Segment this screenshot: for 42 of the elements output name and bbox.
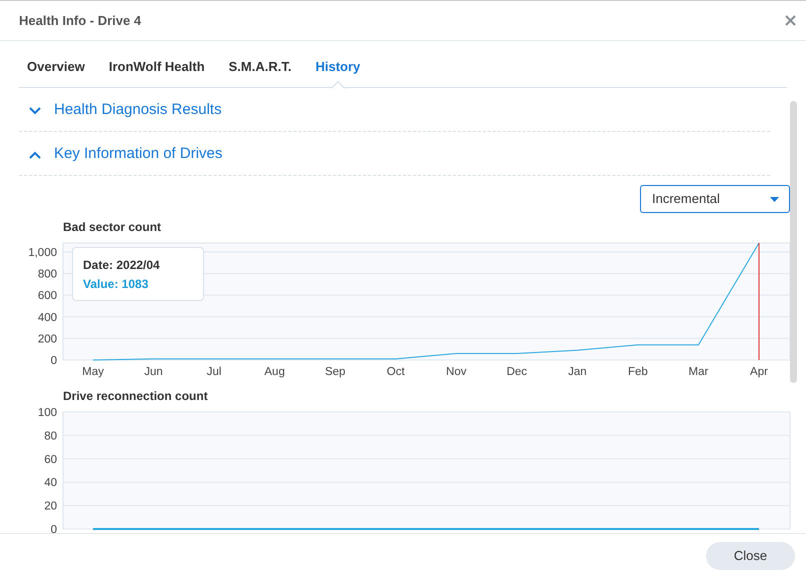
y-tick-label: 600: [38, 290, 57, 302]
y-tick-label: 1,000: [28, 246, 57, 259]
y-tick-label: 200: [38, 333, 57, 346]
tab[interactable]: History: [315, 56, 360, 87]
y-tick-label: 60: [44, 454, 57, 466]
tooltip-value: Value: 1083: [83, 276, 150, 292]
x-tick-label: Jan: [568, 366, 587, 378]
tab[interactable]: IronWolf Health: [108, 56, 205, 87]
y-tick-label: 40: [44, 477, 57, 490]
close-icon[interactable]: [785, 15, 796, 26]
y-tick-label: 0: [50, 524, 57, 533]
scrollbar-thumb[interactable]: [790, 101, 797, 383]
y-tick-label: 0: [50, 355, 57, 367]
chevron-up-icon: [29, 150, 41, 158]
x-tick-label: Sep: [324, 366, 346, 378]
y-tick-label: 20: [44, 500, 57, 513]
x-tick-label: Dec: [506, 366, 528, 378]
tab[interactable]: Overview: [27, 56, 85, 87]
x-tick-label: Aug: [264, 366, 285, 378]
section-header[interactable]: Key Information of Drives: [19, 132, 770, 176]
tooltip-date: Date: 2022/04: [83, 257, 161, 273]
x-tick-label: Apr: [750, 366, 768, 378]
chart-title: Drive reconnection count: [63, 389, 208, 404]
x-tick-label: Oct: [386, 366, 405, 378]
y-tick-label: 100: [38, 407, 57, 419]
y-tick-label: 80: [44, 430, 57, 442]
x-tick-label: Jul: [206, 366, 222, 378]
window-title: Health Info - Drive 4: [19, 12, 142, 30]
tab[interactable]: S.M.A.R.T.: [228, 56, 292, 87]
y-tick-label: 800: [38, 268, 57, 281]
mode-dropdown[interactable]: Incremental: [640, 185, 790, 213]
x-tick-label: Jun: [144, 366, 163, 378]
section-header[interactable]: Health Diagnosis Results: [19, 88, 770, 132]
caret-icon: [770, 196, 779, 202]
close-button[interactable]: Close: [706, 542, 795, 570]
chevron-down-icon: [29, 106, 41, 114]
chart-title: Bad sector count: [63, 220, 162, 235]
x-tick-label: Nov: [446, 366, 466, 378]
x-tick-label: May: [82, 366, 104, 378]
x-tick-label: Mar: [688, 366, 708, 378]
x-tick-label: Feb: [628, 366, 648, 378]
y-tick-label: 400: [38, 312, 57, 324]
